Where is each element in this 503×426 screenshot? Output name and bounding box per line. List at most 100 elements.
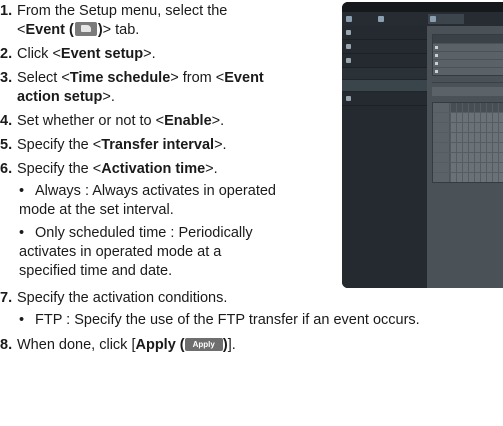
step-bold: Transfer interval xyxy=(101,137,215,153)
bullet-always-line2: mode at the set interval. xyxy=(19,201,174,220)
step-3-line2: action setup>. xyxy=(0,88,115,107)
bullet-text: Always : Always activates in operated xyxy=(35,183,276,199)
step-number: 1. xyxy=(0,3,13,19)
grid-cells xyxy=(450,103,503,112)
step-number: 3. xyxy=(0,70,13,86)
step-5: 5. Specify the <Transfer interval>. xyxy=(0,136,227,155)
event-folder-icon xyxy=(74,22,97,36)
sidebar-item-network xyxy=(342,40,427,54)
setup-main-panel xyxy=(427,26,503,288)
event-icon xyxy=(346,58,351,63)
bullet-ftp: • FTP : Specify the use of the FTP transf… xyxy=(19,311,420,330)
step-mid: > from < xyxy=(170,70,225,86)
table-row xyxy=(433,43,503,51)
grid-row xyxy=(433,172,503,182)
grid-cells xyxy=(450,113,503,122)
grid-day-label xyxy=(433,123,450,132)
step-3: 3. Select <Time schedule> from <Event xyxy=(0,69,264,88)
viewer-tab-bar xyxy=(342,12,503,26)
table-header xyxy=(433,35,503,43)
step-1: 1. From the Setup menu, select the xyxy=(0,2,227,21)
bullet-text: specified time and date. xyxy=(19,263,173,279)
grid-cells xyxy=(450,173,503,182)
grid-day-label xyxy=(433,163,450,172)
tab-playback xyxy=(376,14,414,24)
step-bold: Event setup xyxy=(60,46,144,62)
grid-corner xyxy=(433,103,450,112)
step-6: 6. Specify the <Activation time>. xyxy=(0,160,218,179)
grid-day-label xyxy=(433,153,450,162)
grid-row xyxy=(433,132,503,142)
checkbox xyxy=(435,46,438,49)
step-post: >. xyxy=(102,89,115,105)
transfer-interval-field xyxy=(432,87,503,96)
apply-button-icon: Apply xyxy=(184,338,223,351)
bullet-dot: • xyxy=(19,183,25,199)
grid-cells xyxy=(450,143,503,152)
setup-icon xyxy=(430,16,436,22)
step-bold: Activation time xyxy=(101,161,206,177)
grid-day-label xyxy=(433,133,450,142)
step-bold: Time schedule xyxy=(69,70,171,86)
grid-row xyxy=(433,122,503,132)
step-post: >. xyxy=(211,113,225,129)
grid-day-label xyxy=(433,113,450,122)
step-post: >. xyxy=(205,161,218,177)
step-number: 7. xyxy=(0,290,13,306)
step-text: Specify the activation conditions. xyxy=(17,290,228,306)
grid-cells xyxy=(450,123,503,132)
step-text: Specify the < xyxy=(17,137,102,153)
grid-day-label xyxy=(433,143,450,152)
sidebar-item-event xyxy=(342,54,427,68)
step-bold: Enable xyxy=(164,113,212,129)
grid-row xyxy=(433,112,503,122)
step-number: 4. xyxy=(0,113,13,129)
step-number: 2. xyxy=(0,46,13,62)
bullet-text: mode at the set interval. xyxy=(19,202,174,218)
bullet-dot: • xyxy=(19,312,25,328)
monitor-icon xyxy=(346,16,352,22)
grid-header xyxy=(433,103,503,112)
table-row xyxy=(433,67,503,75)
step-4: 4. Set whether or not to <Enable>. xyxy=(0,112,224,131)
table-row xyxy=(433,59,503,67)
video-icon xyxy=(346,30,351,35)
checkbox xyxy=(435,62,438,65)
step-number: 6. xyxy=(0,161,13,177)
playback-icon xyxy=(378,16,384,22)
step-2: 2. Click <Event setup>. xyxy=(0,45,156,64)
bullet-text: activates in operated mode at a xyxy=(19,244,222,260)
step-post: >. xyxy=(214,137,227,153)
sidebar-sub-event-setup xyxy=(342,80,427,92)
bullet-text: FTP : Specify the use of the FTP transfe… xyxy=(35,312,420,328)
step-bold: Event ( xyxy=(25,22,74,38)
grid-cells xyxy=(450,163,503,172)
bullet-scheduled: • Only scheduled time : Periodically xyxy=(19,224,253,243)
schedule-grid xyxy=(432,102,503,183)
grid-row xyxy=(433,162,503,172)
bullet-scheduled-line3: specified time and date. xyxy=(19,262,172,281)
bullet-scheduled-line2: activates in operated mode at a xyxy=(19,243,221,262)
sidebar-item-system xyxy=(342,92,427,106)
grid-cells xyxy=(450,133,503,142)
step-post: ]. xyxy=(227,337,236,353)
setup-sidebar xyxy=(342,26,427,288)
table-row xyxy=(433,51,503,59)
checkbox xyxy=(435,54,438,57)
gear-icon xyxy=(346,96,351,101)
step-bold: Apply ( xyxy=(135,337,185,353)
step-text: Click < xyxy=(17,46,61,62)
step-text: Specify the < xyxy=(17,161,102,177)
sidebar-item-video xyxy=(342,26,427,40)
checkbox xyxy=(435,70,438,73)
step-text: Set whether or not to < xyxy=(17,113,165,129)
step-text: From the Setup menu, select the xyxy=(17,3,228,19)
grid-row xyxy=(433,142,503,152)
step-post: > tab. xyxy=(102,22,140,38)
sidebar-sub-ftp-email xyxy=(342,68,427,80)
tab-setup xyxy=(428,14,464,24)
step-number: 8. xyxy=(0,337,13,353)
step-bold-2: Event xyxy=(224,70,264,86)
step-text: Select < xyxy=(17,70,70,86)
step-post: >. xyxy=(143,46,156,62)
